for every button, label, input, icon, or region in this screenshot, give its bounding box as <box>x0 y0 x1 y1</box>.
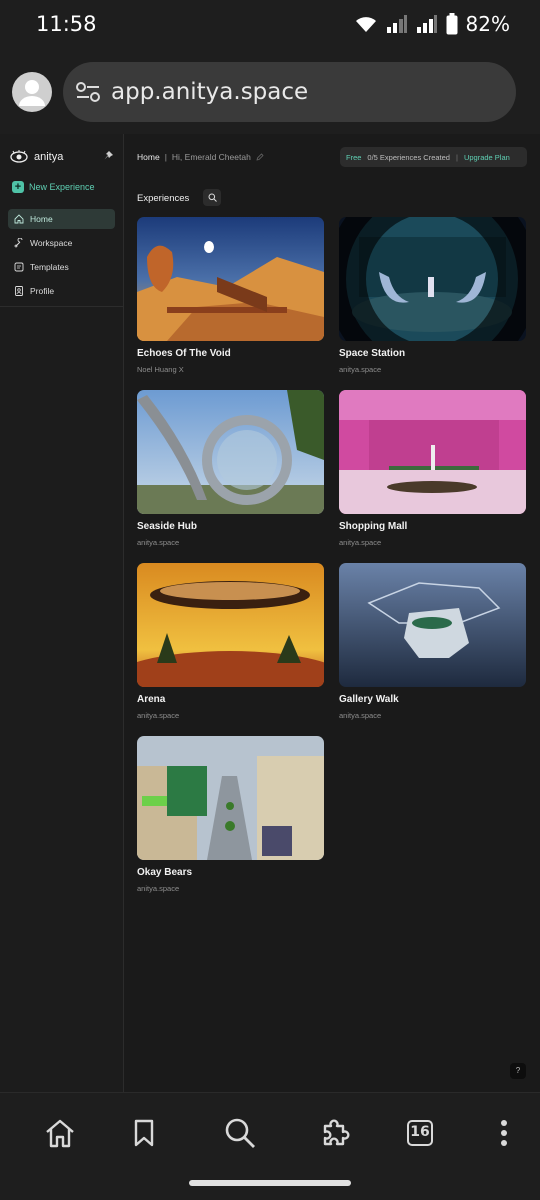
signal-icon <box>416 15 437 33</box>
search-icon <box>208 193 217 202</box>
signal-icon <box>386 15 407 33</box>
experience-thumbnail[interactable] <box>137 390 324 514</box>
search-button[interactable] <box>220 1113 260 1153</box>
gesture-bar[interactable] <box>189 1180 351 1186</box>
battery-icon <box>446 13 458 35</box>
sidebar-item-label: Workspace <box>30 238 73 248</box>
experience-author: anitya.space <box>339 365 382 374</box>
experience-author: Noel Huang X <box>137 365 184 374</box>
plan-separator: | <box>455 152 458 162</box>
experience-card[interactable]: Arena anitya.space <box>137 563 324 720</box>
experience-thumbnail[interactable] <box>339 563 526 687</box>
new-experience-button[interactable]: + New Experience <box>12 181 95 193</box>
sidebar-item-label: Templates <box>30 262 69 272</box>
tab-count: 16 <box>407 1120 433 1146</box>
experience-card[interactable]: Shopping Mall anitya.space <box>339 390 526 547</box>
plan-status: Free 0/5 Experiences Created | Upgrade P… <box>340 147 527 167</box>
help-button[interactable]: ? <box>510 1063 526 1079</box>
bookmarks-button[interactable] <box>124 1113 164 1153</box>
address-bar[interactable]: app.anitya.space <box>63 62 516 122</box>
breadcrumb-separator: | <box>164 152 167 162</box>
sidebar-item-home[interactable]: Home <box>8 209 115 229</box>
sidebar-item-profile[interactable]: Profile <box>8 281 115 301</box>
experience-thumbnail[interactable] <box>339 217 526 341</box>
account-avatar[interactable] <box>12 72 52 112</box>
experience-title[interactable]: Space Station <box>339 348 526 359</box>
web-page: anitya + New Experience Home Workspace T… <box>0 134 540 1092</box>
experience-card[interactable]: Space Station anitya.space <box>339 217 526 374</box>
home-icon <box>14 214 24 224</box>
sidebar-item-workspace[interactable]: Workspace <box>8 233 115 253</box>
tabs-button[interactable]: 16 <box>400 1113 440 1153</box>
experience-card[interactable]: Gallery Walk anitya.space <box>339 563 526 720</box>
plus-icon: + <box>12 181 24 193</box>
experience-author: anitya.space <box>339 538 382 547</box>
upgrade-plan-link[interactable]: Upgrade Plan <box>464 153 510 162</box>
sidebar-item-templates[interactable]: Templates <box>8 257 115 277</box>
edit-icon[interactable] <box>256 153 264 161</box>
experience-thumbnail[interactable] <box>137 217 324 341</box>
experience-title[interactable]: Gallery Walk <box>339 694 526 705</box>
search-icon <box>225 1118 255 1148</box>
site-settings-icon[interactable] <box>75 80 101 104</box>
home-icon <box>46 1119 74 1148</box>
anitya-logo-icon <box>10 150 28 163</box>
status-bar: 11:58 82% <box>0 0 540 48</box>
experience-thumbnail[interactable] <box>339 390 526 514</box>
experience-thumbnail[interactable] <box>137 736 324 860</box>
experience-author: anitya.space <box>137 884 180 893</box>
home-button[interactable] <box>40 1113 80 1153</box>
brand[interactable]: anitya <box>10 150 63 164</box>
experience-title[interactable]: Okay Bears <box>137 867 324 878</box>
templates-icon <box>14 262 24 272</box>
wrench-icon <box>14 238 23 248</box>
breadcrumb-home[interactable]: Home <box>137 152 160 162</box>
experience-title[interactable]: Seaside Hub <box>137 521 324 532</box>
bookmark-icon <box>134 1119 154 1147</box>
sidebar: anitya + New Experience Home Workspace T… <box>0 134 124 1092</box>
pin-icon[interactable] <box>104 151 113 160</box>
breadcrumb: Home | Hi, Emerald Cheetah <box>137 152 264 162</box>
experience-title[interactable]: Arena <box>137 694 324 705</box>
profile-icon <box>15 286 23 296</box>
wifi-icon <box>355 17 376 32</box>
user-icon <box>19 80 45 106</box>
battery-level: 82% <box>465 12 510 36</box>
menu-button[interactable] <box>484 1113 524 1153</box>
puzzle-icon <box>323 1119 350 1146</box>
section-title: Experiences <box>137 193 190 204</box>
experience-author: anitya.space <box>137 538 180 547</box>
browser-toolbar: app.anitya.space <box>0 48 540 134</box>
sidebar-item-label: Home <box>30 214 53 224</box>
usage-count: 0/5 Experiences Created <box>367 152 450 162</box>
bottom-toolbar: 16 <box>0 1092 540 1200</box>
sidebar-divider <box>0 306 124 307</box>
experience-title[interactable]: Shopping Mall <box>339 521 526 532</box>
plan-badge: Free <box>346 152 362 162</box>
main-content: Home | Hi, Emerald Cheetah Free 0/5 Expe… <box>124 134 540 1092</box>
experience-card[interactable]: Okay Bears anitya.space <box>137 736 324 893</box>
extensions-button[interactable] <box>316 1113 356 1153</box>
brand-name: anitya <box>34 151 64 163</box>
experience-card[interactable]: Echoes Of The Void Noel Huang X <box>137 217 324 374</box>
status-icons: 82% <box>354 12 510 36</box>
more-vert-icon <box>501 1120 507 1146</box>
search-button[interactable] <box>203 189 221 206</box>
experience-thumbnail[interactable] <box>137 563 324 687</box>
greeting: Hi, Emerald Cheetah <box>171 152 251 162</box>
experience-card[interactable]: Seaside Hub anitya.space <box>137 390 324 547</box>
experience-title[interactable]: Echoes Of The Void <box>137 348 324 359</box>
experience-author: anitya.space <box>137 711 180 720</box>
new-experience-label: New Experience <box>29 182 95 192</box>
experience-author: anitya.space <box>339 711 382 720</box>
sidebar-item-label: Profile <box>30 286 55 296</box>
status-time: 11:58 <box>36 12 97 36</box>
url-text: app.anitya.space <box>111 79 309 105</box>
